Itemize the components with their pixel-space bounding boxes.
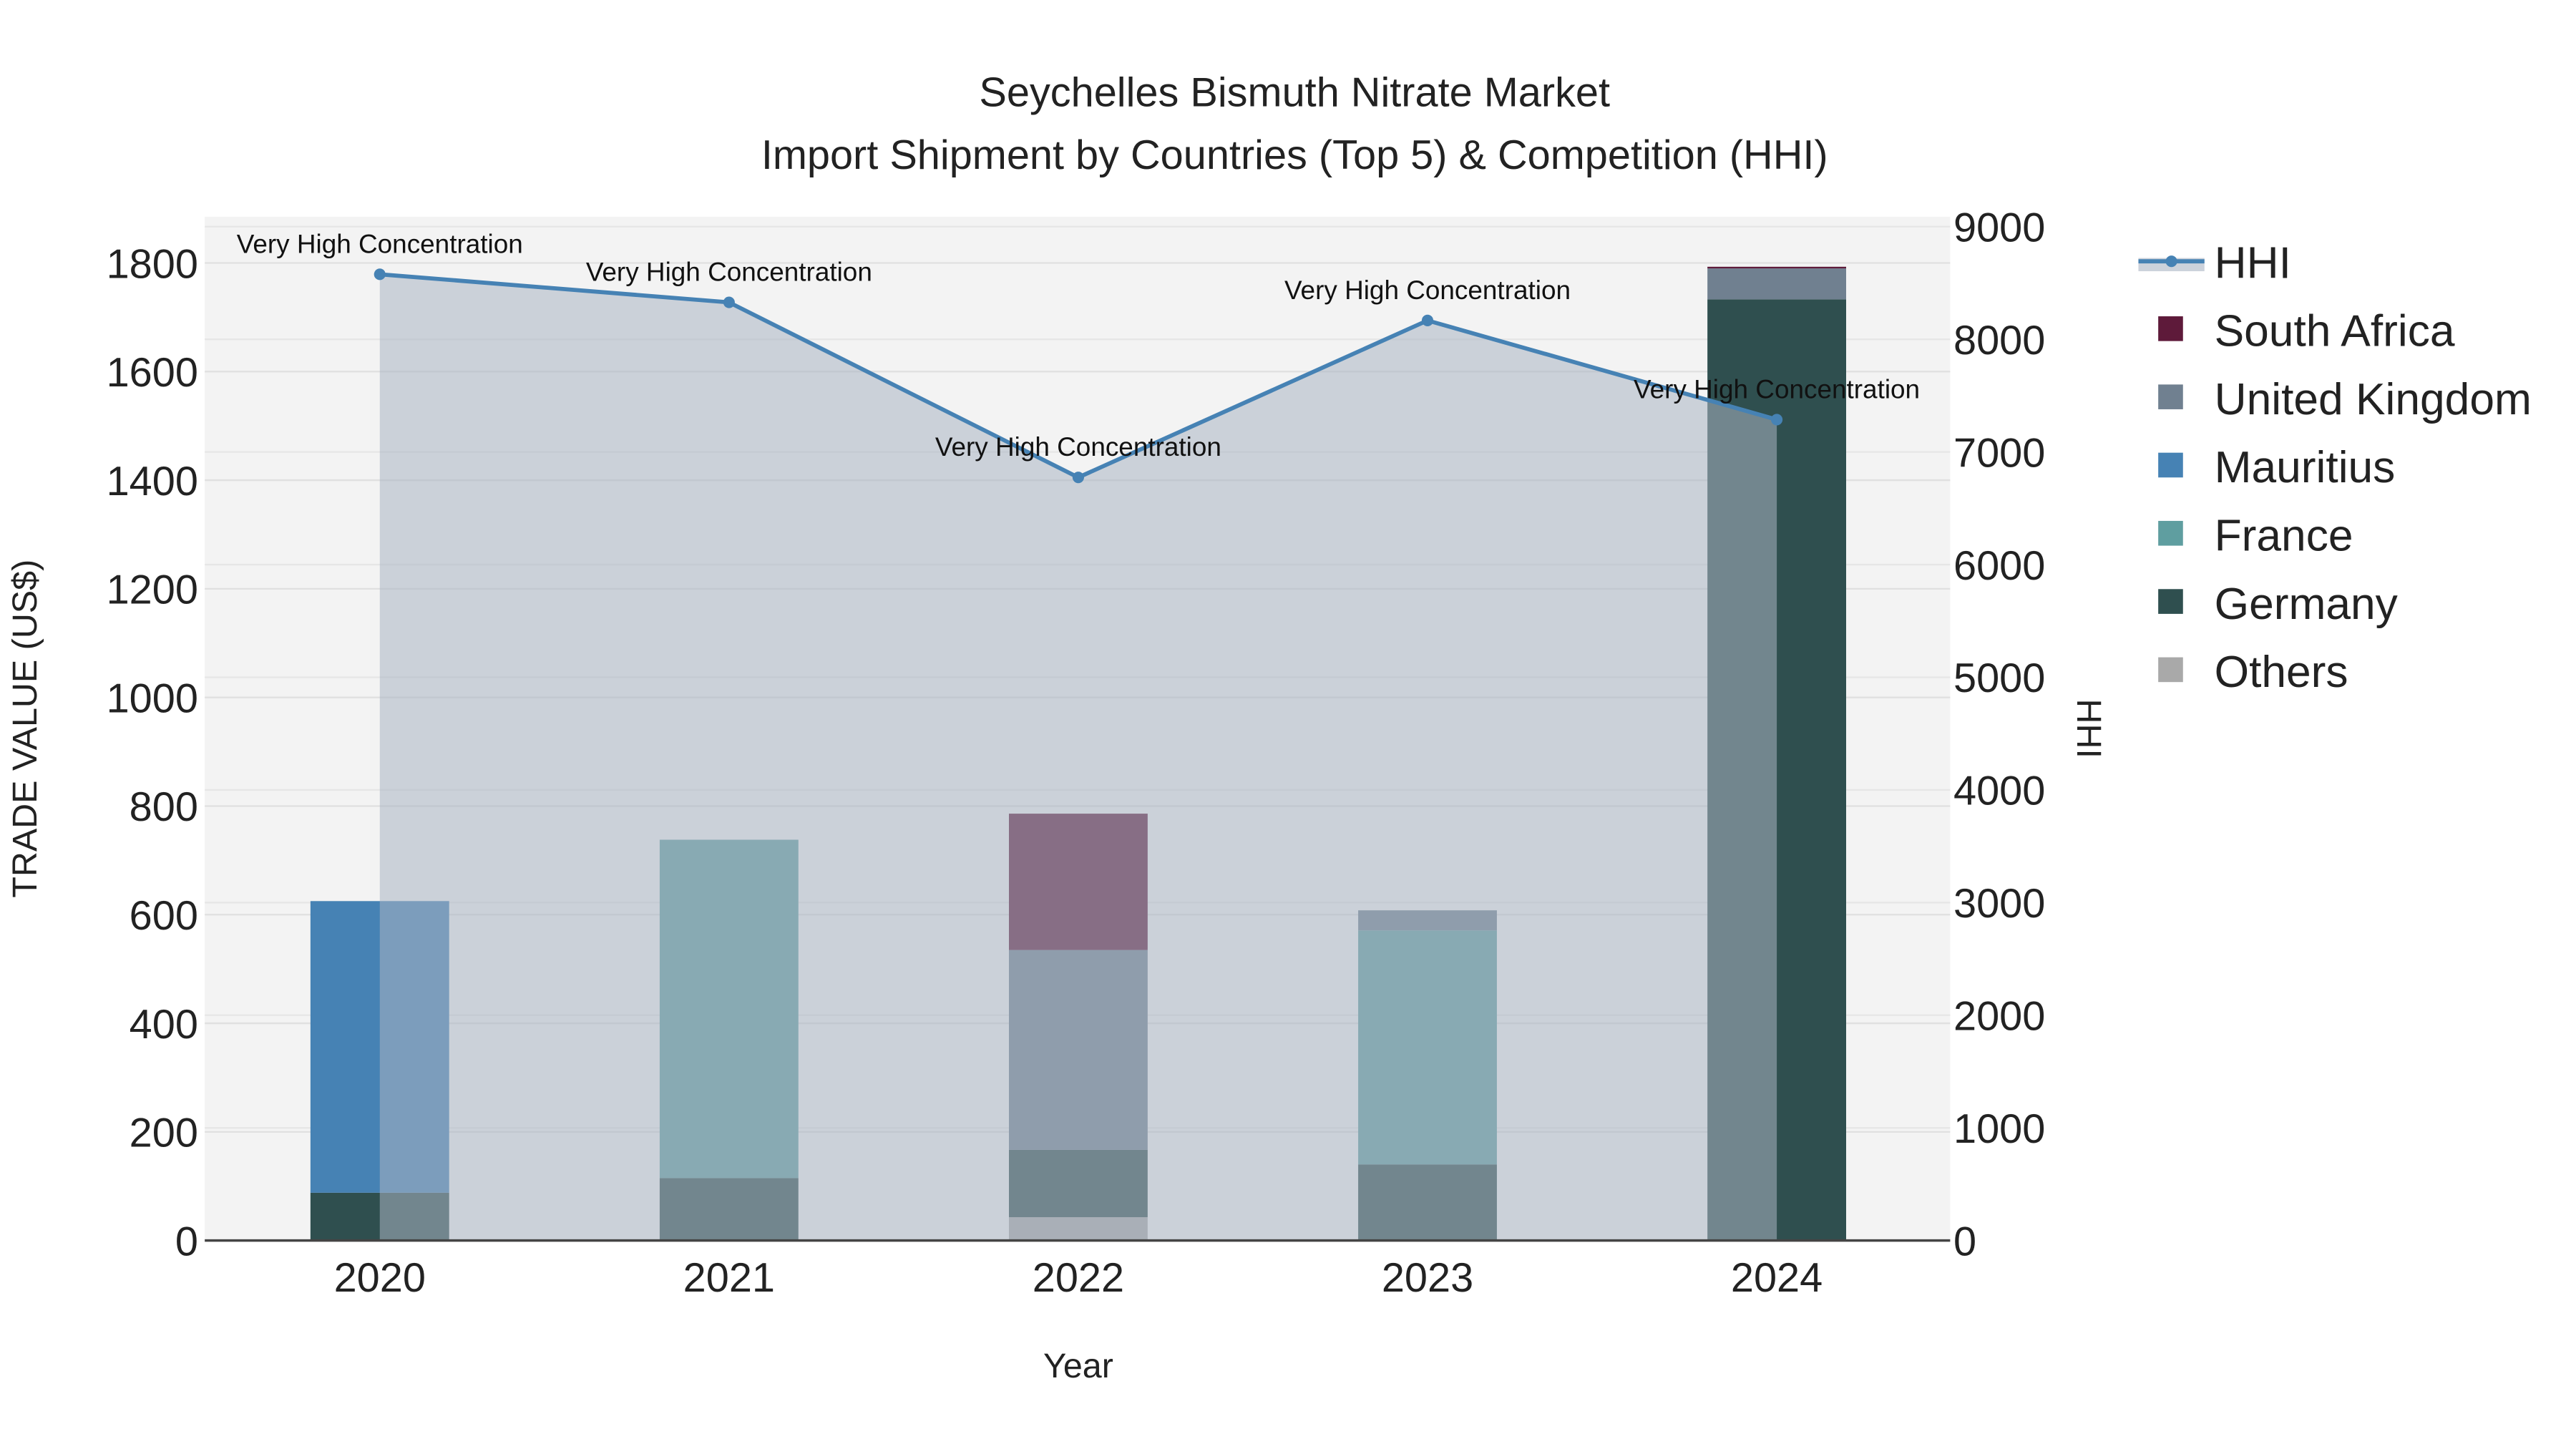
chart: Very High Concentration Very High Concent… bbox=[6, 69, 2532, 1385]
hhi-annotation: Very High Concentration bbox=[935, 432, 1221, 462]
y-axis-title: TRADE VALUE (US$) bbox=[6, 560, 44, 898]
hhi-point-2023 bbox=[1421, 314, 1434, 326]
legend-label-united-kingdom[interactable]: United Kingdom bbox=[2215, 375, 2532, 424]
legend-swatch-united-kingdom bbox=[2158, 384, 2183, 409]
y2-tick-label: 3000 bbox=[1953, 881, 2045, 927]
y2-tick-label: 6000 bbox=[1953, 543, 2045, 589]
y-tick-label: 1200 bbox=[107, 567, 198, 613]
y2-tick-label: 5000 bbox=[1953, 655, 2045, 701]
legend-swatch-mauritius bbox=[2158, 452, 2183, 478]
y-tick-label: 1800 bbox=[107, 241, 198, 287]
y2-tick-label: 0 bbox=[1953, 1219, 1976, 1264]
y-tick-label: 400 bbox=[130, 1002, 198, 1048]
chart-title: Seychelles Bismuth Nitrate Market bbox=[979, 69, 1610, 115]
hhi-annotation: Very High Concentration bbox=[1634, 374, 1920, 404]
x-tick-label: 2021 bbox=[683, 1255, 775, 1301]
y-tick-label: 1000 bbox=[107, 675, 198, 721]
hhi-annotation: Very High Concentration bbox=[586, 258, 872, 287]
legend-label-hhi[interactable]: HHI bbox=[2215, 238, 2291, 288]
y2-axis-title: HHI bbox=[2069, 699, 2108, 758]
legend: HHI South Africa United Kingdom Mauritius Fr… bbox=[2138, 238, 2532, 697]
bar-united-kingdom-2024 bbox=[1707, 268, 1846, 300]
y2-tick-label: 2000 bbox=[1953, 994, 2045, 1040]
bar-south-africa-2024 bbox=[1707, 266, 1846, 269]
y2-tick-label: 9000 bbox=[1953, 205, 2045, 251]
x-tick-label: 2023 bbox=[1382, 1255, 1473, 1301]
hhi-point-2021 bbox=[723, 296, 735, 308]
hhi-point-2022 bbox=[1072, 472, 1084, 484]
legend-swatch-south-africa bbox=[2158, 316, 2183, 341]
y-tick-label: 600 bbox=[130, 893, 198, 939]
x-axis-title: Year bbox=[1043, 1347, 1113, 1385]
legend-swatch-france bbox=[2158, 520, 2183, 546]
x-tick-label: 2022 bbox=[1033, 1255, 1124, 1301]
legend-marker-hhi bbox=[2165, 255, 2177, 268]
y-tick-label: 1400 bbox=[107, 459, 198, 504]
legend-swatch-others bbox=[2158, 657, 2183, 683]
x-tick-label: 2024 bbox=[1731, 1255, 1823, 1301]
y2-tick-label: 8000 bbox=[1953, 318, 2045, 364]
legend-label-france[interactable]: France bbox=[2215, 512, 2353, 561]
y2-tick-label: 7000 bbox=[1953, 430, 2045, 476]
y-tick-label: 1600 bbox=[107, 350, 198, 396]
y-tick-label: 200 bbox=[130, 1111, 198, 1156]
hhi-annotation: Very High Concentration bbox=[1284, 275, 1571, 305]
hhi-point-2024 bbox=[1771, 414, 1783, 426]
y2-tick-label: 1000 bbox=[1953, 1106, 2045, 1152]
legend-label-south-africa[interactable]: South Africa bbox=[2215, 307, 2455, 356]
legend-label-others[interactable]: Others bbox=[2215, 648, 2348, 697]
hhi-point-2020 bbox=[374, 268, 386, 280]
y-tick-label: 0 bbox=[175, 1219, 198, 1264]
chart-subtitle: Import Shipment by Countries (Top 5) & C… bbox=[761, 132, 1828, 178]
y2-tick-label: 4000 bbox=[1953, 769, 2045, 814]
x-tick-label: 2020 bbox=[334, 1255, 426, 1301]
legend-label-germany[interactable]: Germany bbox=[2215, 580, 2399, 629]
y-tick-label: 800 bbox=[130, 784, 198, 830]
legend-swatch-germany bbox=[2158, 589, 2183, 614]
legend-label-mauritius[interactable]: Mauritius bbox=[2215, 443, 2396, 492]
hhi-annotation: Very High Concentration bbox=[237, 229, 523, 258]
